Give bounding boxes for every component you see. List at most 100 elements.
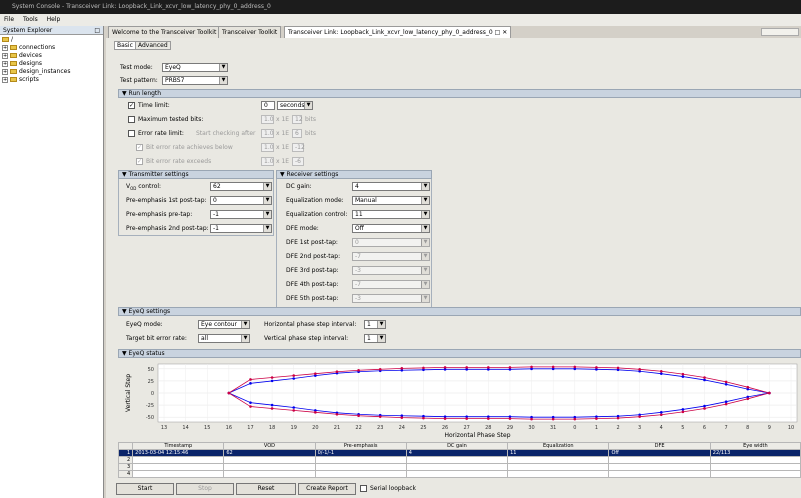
dfe-5th-select[interactable]: -3 ▼ xyxy=(352,294,430,303)
collapse-icon[interactable]: ▼ xyxy=(122,171,127,178)
pre-emphasis-2nd-select[interactable]: -1 ▼ xyxy=(210,224,272,233)
vertical-step-label: Vertical phase step interval: xyxy=(264,335,349,342)
expand-icon[interactable]: + xyxy=(2,52,8,59)
eye-contour-point xyxy=(487,417,490,420)
expand-icon[interactable]: + xyxy=(2,60,8,67)
expand-icon[interactable]: + xyxy=(2,76,8,83)
max-bits-checkbox[interactable] xyxy=(128,116,135,123)
reset-button[interactable]: Reset xyxy=(236,483,296,495)
x-tick-label: 21 xyxy=(334,425,340,431)
target-ber-select[interactable]: all ▼ xyxy=(198,334,250,343)
pre-emphasis-1st-select[interactable]: 0 ▼ xyxy=(210,196,272,205)
ber-exceeds-exponent[interactable]: -6 xyxy=(292,157,304,166)
start-button[interactable]: Start xyxy=(116,483,174,495)
collapse-icon[interactable]: ▼ xyxy=(122,90,127,97)
chevron-down-icon: ▼ xyxy=(219,64,227,71)
equalization-mode-select[interactable]: Manual ▼ xyxy=(352,196,430,205)
dfe-1st-select[interactable]: 0 ▼ xyxy=(352,238,430,247)
eye-contour-point xyxy=(292,406,296,409)
table-header-5[interactable]: Equalization xyxy=(507,442,610,450)
create-report-button[interactable]: Create Report xyxy=(298,483,356,495)
x-tick-label: 13 xyxy=(161,425,167,431)
ber-exceeds-checkbox[interactable]: ✓ xyxy=(136,158,143,165)
pre-emphasis-pre-select[interactable]: -1 ▼ xyxy=(210,210,272,219)
restore-icon[interactable]: □ xyxy=(495,29,501,36)
error-rate-exponent[interactable]: 6 xyxy=(292,129,302,138)
time-limit-input[interactable]: 0 xyxy=(261,101,275,110)
time-unit-select[interactable]: seconds ▼ xyxy=(277,101,313,110)
table-header-2[interactable]: VOD xyxy=(223,442,316,450)
time-limit-checkbox[interactable]: ✓ xyxy=(128,102,135,109)
table-cell: Off xyxy=(608,449,711,457)
table-header-4[interactable]: DC gain xyxy=(405,442,509,450)
tab-transceiver-link[interactable]: Transceiver Link: Loopback_Link_xcvr_low… xyxy=(284,26,512,38)
stop-button[interactable]: Stop xyxy=(176,483,234,495)
collapse-icon[interactable]: ▼ xyxy=(280,171,285,178)
run-length-header[interactable]: ▼ Run length xyxy=(118,89,801,98)
table-header-7[interactable]: Eye width xyxy=(709,442,801,450)
system-explorer-title: System Explorer xyxy=(3,27,53,34)
expand-icon[interactable]: + xyxy=(2,44,8,51)
dfe-4th-select[interactable]: -7 ▼ xyxy=(352,280,430,289)
table-row[interactable]: 2 xyxy=(117,456,801,464)
subtab-advanced[interactable]: Advanced xyxy=(135,41,171,50)
toolbar-field[interactable] xyxy=(761,28,799,36)
menu-help[interactable]: Help xyxy=(47,16,61,23)
dfe-3rd-select[interactable]: -3 ▼ xyxy=(352,266,430,275)
table-header-1[interactable]: Timestamp xyxy=(132,442,225,450)
horizontal-step-select[interactable]: 1 ▼ xyxy=(364,320,386,329)
test-mode-select[interactable]: EyeQ ▼ xyxy=(162,63,228,72)
error-rate-checkbox[interactable] xyxy=(128,130,135,137)
error-rate-mantissa[interactable]: 1.0 xyxy=(261,129,274,138)
table-header-6[interactable]: DFE xyxy=(608,442,711,450)
ber-below-mantissa[interactable]: 1.0 xyxy=(261,143,274,152)
tab-welcome[interactable]: Welcome to the Transceiver Toolkit xyxy=(108,26,221,38)
vertical-step-select[interactable]: 1 ▼ xyxy=(364,334,386,343)
collapse-icon[interactable]: ▼ xyxy=(122,308,127,315)
menu-tools[interactable]: Tools xyxy=(23,16,38,23)
ber-below-checkbox[interactable]: ✓ xyxy=(136,144,143,151)
eyeq-mode-select[interactable]: Eye contour ▼ xyxy=(198,320,250,329)
max-bits-unit: bits xyxy=(305,116,316,123)
tab-transceiver-toolkit[interactable]: Transceiver Toolkit xyxy=(218,26,282,38)
maximize-icon[interactable]: □ xyxy=(94,26,100,35)
ber-exceeds-mantissa[interactable]: 1.0 xyxy=(261,157,274,166)
table-row[interactable]: 3 xyxy=(117,463,801,471)
eye-contour-point xyxy=(249,405,252,408)
dfe-2nd-select[interactable]: -7 ▼ xyxy=(352,252,430,261)
table-header-0[interactable] xyxy=(117,442,134,450)
tree-item-designs[interactable]: + designs xyxy=(2,60,103,68)
receiver-settings-header[interactable]: ▼ Receiver settings xyxy=(276,170,432,179)
table-row[interactable]: 4 xyxy=(117,470,801,478)
vod-select[interactable]: 62 ▼ xyxy=(210,182,272,191)
dfe-mode-select[interactable]: Off ▼ xyxy=(352,224,430,233)
tree-item-connections[interactable]: + connections xyxy=(2,44,103,52)
eye-contour-point xyxy=(508,417,512,420)
transmitter-settings-header[interactable]: ▼ Transmitter settings xyxy=(118,170,274,179)
tree-item-scripts[interactable]: + scripts xyxy=(2,76,103,84)
x-tick-label: 15 xyxy=(204,425,210,431)
collapse-icon[interactable]: ▼ xyxy=(122,350,127,357)
table-header-3[interactable]: Pre-emphasis xyxy=(314,442,407,450)
tree-root[interactable]: / xyxy=(2,36,103,44)
subtab-basic[interactable]: Basic xyxy=(114,41,136,50)
expand-icon[interactable]: + xyxy=(2,68,8,75)
eye-contour-point xyxy=(768,391,771,395)
serial-loopback-checkbox[interactable] xyxy=(360,485,367,492)
max-bits-mantissa[interactable]: 1.0 xyxy=(261,115,274,124)
eye-contour-point xyxy=(465,417,468,420)
close-icon[interactable]: ✕ xyxy=(502,29,507,36)
eyeq-status-header[interactable]: ▼ EyeQ status xyxy=(118,349,801,358)
test-pattern-select[interactable]: PRBS7 ▼ xyxy=(162,76,228,85)
ber-below-exponent[interactable]: -12 xyxy=(292,143,305,152)
tree-item-devices[interactable]: + devices xyxy=(2,52,103,60)
dc-gain-select[interactable]: 4 ▼ xyxy=(352,182,430,191)
table-row[interactable]: 1 2013-03-04 12:15:46 62 0/-1/-1 4 11 Off 22/11… xyxy=(117,449,801,457)
menu-file[interactable]: File xyxy=(4,16,14,23)
dc-gain-label: DC gain: xyxy=(286,183,312,190)
equalization-control-select[interactable]: 11 ▼ xyxy=(352,210,430,219)
max-bits-exponent[interactable]: 12 xyxy=(292,115,303,124)
eyeq-settings-header[interactable]: ▼ EyeQ settings xyxy=(118,307,801,316)
eye-contour-point xyxy=(681,408,685,411)
tree-item-design-instances[interactable]: + design_instances xyxy=(2,68,103,76)
